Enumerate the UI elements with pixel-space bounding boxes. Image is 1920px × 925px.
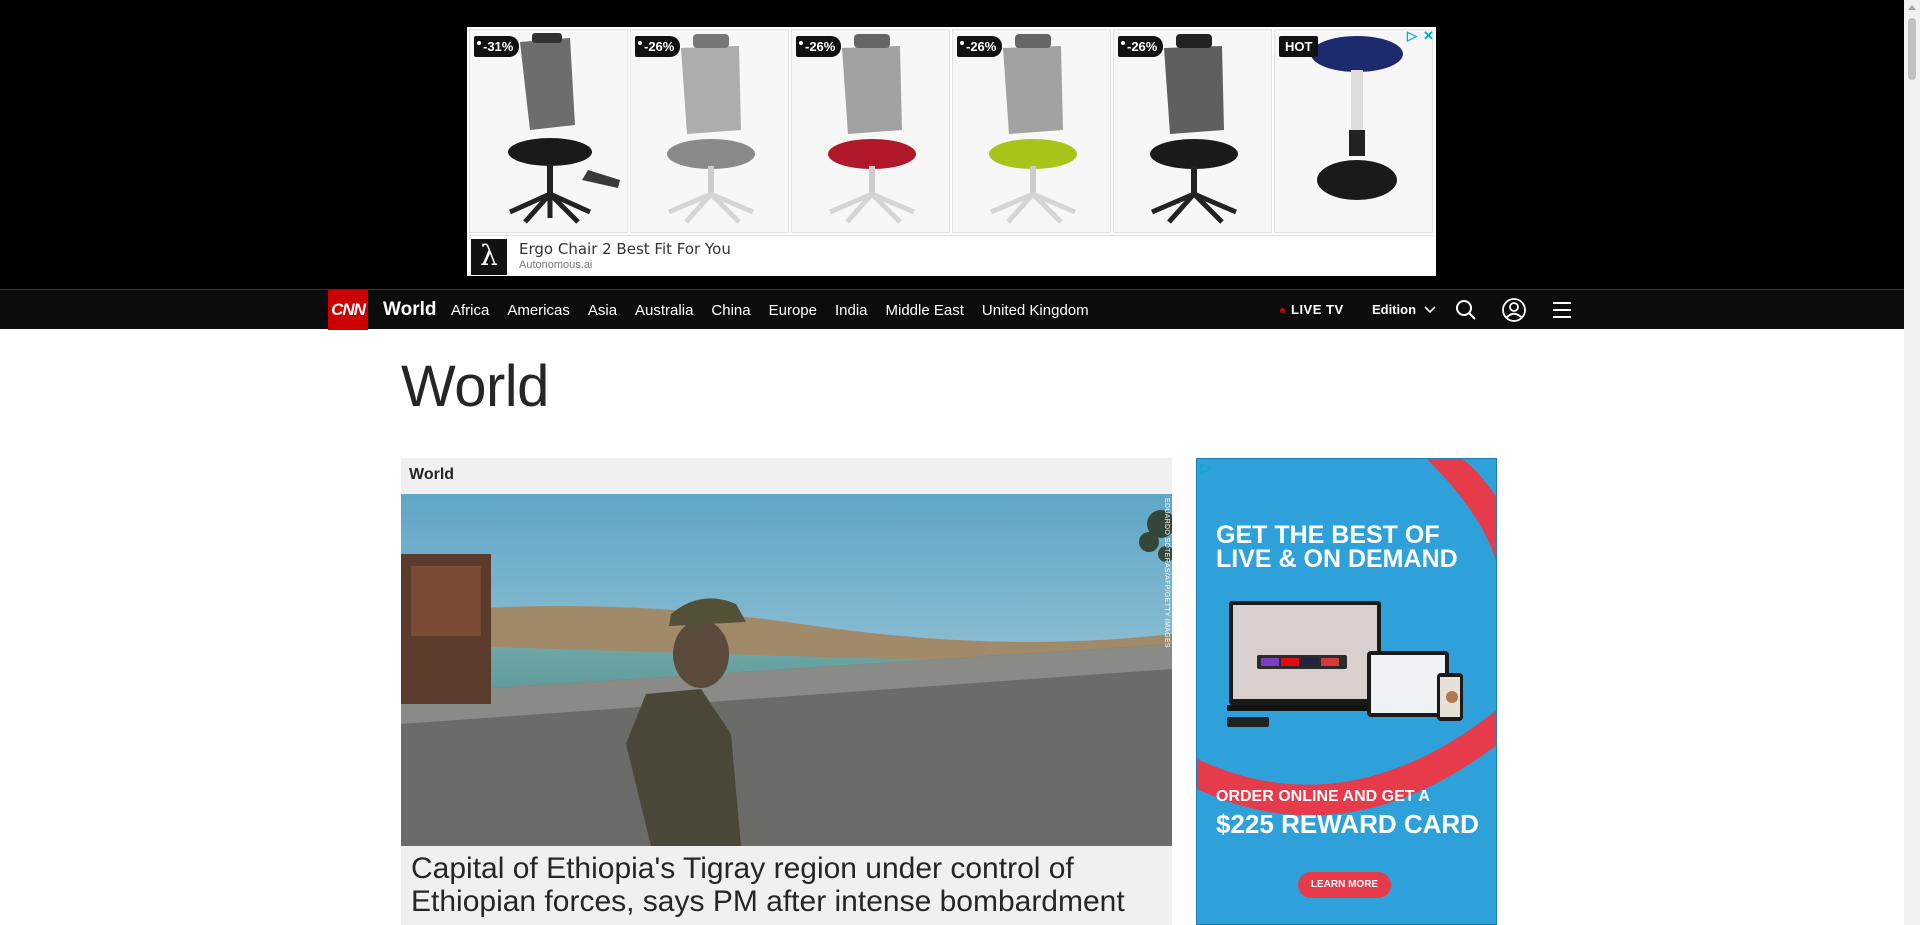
nav-link-china[interactable]: China (711, 302, 750, 319)
chair-image (828, 34, 916, 224)
chevron-down-icon (1424, 306, 1436, 314)
ad-footer[interactable]: λ Ergo Chair 2 Best Fit For You Autonomo… (469, 235, 1434, 275)
account-icon[interactable] (1502, 298, 1526, 322)
side-ad-amount: $225 REWARD CARD (1216, 809, 1479, 839)
adchoices-icon[interactable]: ▷ (1201, 461, 1211, 475)
nav-link-africa[interactable]: Africa (451, 302, 489, 319)
top-ad-band: -31% -26% -26% -26% -26% HOT ▷ ✕ λ Ergo … (0, 0, 1904, 289)
chair-image (989, 34, 1077, 224)
nav-link-europe[interactable]: Europe (769, 302, 817, 319)
top-banner-ad[interactable]: -31% -26% -26% -26% -26% HOT ▷ ✕ λ Ergo … (467, 27, 1436, 276)
ad-product-tile[interactable]: -26% (630, 29, 789, 233)
site-navigation: CNN World Africa Americas Asia Australia… (0, 289, 1904, 330)
cnn-logo[interactable]: CNN (328, 290, 368, 330)
close-ad-icon[interactable]: ✕ (1423, 29, 1434, 43)
discount-badge: -26% (635, 36, 681, 57)
chair-image (508, 33, 620, 224)
discount-badge: -26% (796, 36, 842, 57)
discount-badge: -31% (474, 36, 520, 57)
stool-seat (1311, 36, 1403, 72)
ad-product-tile[interactable]: HOT (1274, 29, 1433, 233)
chair-seat (828, 139, 916, 169)
side-ad-headline: GET THE BEST OF LIVE & ON DEMAND (1216, 521, 1458, 573)
live-dot (1280, 308, 1285, 314)
photo-credit: EDUARDO SOTERAS/AFP/GETTY IMAGES (1163, 498, 1170, 648)
section-label[interactable]: World (409, 466, 454, 484)
lead-headline[interactable]: Capital of Ethiopia's Tigray region unde… (411, 852, 1171, 918)
chair-image (1150, 34, 1238, 224)
side-ad[interactable]: ▷ GET THE BEST OF LIVE & ON DEMAND ORDER… (1196, 458, 1497, 925)
chair-seat (667, 139, 755, 169)
nav-link-asia[interactable]: Asia (588, 302, 617, 319)
chair-seat (1150, 139, 1238, 169)
nav-link-india[interactable]: India (835, 302, 868, 319)
discount-badge: -26% (957, 36, 1003, 57)
scroll-up-arrow-icon[interactable] (1908, 5, 1916, 10)
ad-product-tile[interactable]: -26% (952, 29, 1111, 233)
ad-product-tile[interactable]: -26% (791, 29, 950, 233)
learn-more-button[interactable]: LEARN MORE (1298, 872, 1391, 898)
nav-link-middle-east[interactable]: Middle East (886, 302, 964, 319)
hot-badge: HOT (1279, 36, 1319, 57)
ad-product-tile[interactable]: -31% (469, 29, 628, 233)
chair-seat (989, 139, 1077, 169)
chair-seat (508, 138, 592, 166)
ad-product-tiles: -31% -26% -26% -26% -26% HOT (469, 29, 1433, 233)
nav-link-united-kingdom[interactable]: United Kingdom (982, 302, 1089, 319)
chair-image (667, 34, 755, 224)
live-tv-label: LIVE TV (1291, 302, 1344, 317)
vertical-scrollbar[interactable] (1904, 0, 1920, 925)
side-ad-offer: ORDER ONLINE AND GET A (1216, 788, 1430, 805)
edition-label: Edition (1372, 302, 1417, 317)
lead-story-card[interactable]: World EDUARDO SOTERAS/AFP/GETTY IMAGES C… (401, 458, 1172, 925)
live-tv-link[interactable]: LIVE TV (1280, 302, 1344, 317)
page-title: World (401, 354, 549, 419)
menu-icon[interactable] (1550, 298, 1574, 322)
stool-image (1311, 36, 1403, 200)
ad-product-tile[interactable]: -26% (1113, 29, 1272, 233)
adchoices-icon[interactable]: ▷ (1407, 29, 1417, 43)
nav-link-americas[interactable]: Americas (507, 302, 570, 319)
ad-domain: Autonomous.ai (519, 259, 593, 271)
ad-title[interactable]: Ergo Chair 2 Best Fit For You (519, 240, 731, 258)
nav-link-australia[interactable]: Australia (635, 302, 693, 319)
nav-links: Africa Americas Asia Australia China Eur… (451, 302, 1107, 319)
edition-selector[interactable]: Edition (1372, 302, 1436, 317)
scroll-thumb[interactable] (1908, 18, 1916, 80)
advertiser-logo: λ (471, 239, 507, 275)
discount-badge: -26% (1118, 36, 1164, 57)
search-icon[interactable] (1454, 298, 1478, 322)
nav-section-title[interactable]: World (383, 299, 436, 321)
lead-story-image[interactable] (401, 494, 1172, 846)
